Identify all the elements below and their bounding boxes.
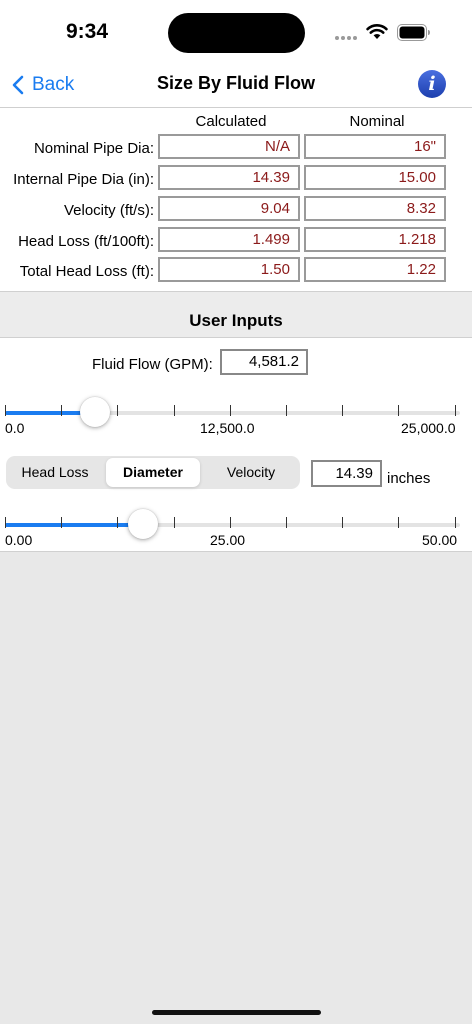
- diameter-slider[interactable]: 0.00 25.00 50.00: [5, 509, 460, 552]
- calculated-internal-pipe-dia: 14.39: [158, 165, 300, 190]
- navigation-bar: Back Size By Fluid Flow i: [0, 62, 472, 108]
- column-header-calculated: Calculated: [195, 113, 267, 130]
- nominal-internal-pipe-dia: 15.00: [304, 165, 446, 190]
- slider-tick: [230, 517, 231, 528]
- slider-fill: [5, 411, 88, 415]
- dynamic-island: [168, 13, 305, 53]
- slider-tick: [5, 405, 6, 416]
- user-inputs-panel: Fluid Flow (GPM): 4,581.2 0.0 12,500.0 2…: [0, 338, 472, 552]
- nominal-total-head-loss: 1.22: [304, 257, 446, 282]
- solve-for-segmented-control: Head Loss Diameter Velocity: [6, 456, 300, 489]
- slider-tick: [455, 405, 456, 416]
- slider-fill: [5, 523, 135, 527]
- slider-min-label: 0.0: [5, 420, 25, 436]
- slider-tick: [342, 405, 343, 416]
- battery-icon: [397, 24, 430, 41]
- status-bar: 9:34: [0, 0, 472, 62]
- cellular-signal-icon: [335, 36, 359, 40]
- slider-mid-label: 25.00: [210, 532, 246, 548]
- row-label-internal-pipe-dia: Internal Pipe Dia (in):: [13, 171, 154, 188]
- slider-tick: [61, 405, 62, 416]
- slider-max-label: 50.00: [422, 532, 458, 548]
- slider-tick: [117, 405, 118, 416]
- segment-velocity[interactable]: Velocity: [204, 458, 298, 487]
- slider-thumb[interactable]: [127, 509, 158, 539]
- fluid-flow-slider[interactable]: 0.0 12,500.0 25,000.0: [5, 397, 460, 440]
- user-inputs-header: User Inputs: [0, 292, 472, 338]
- calculated-head-loss: 1.499: [158, 227, 300, 252]
- calculated-velocity: 9.04: [158, 196, 300, 221]
- row-label-nominal-pipe-dia: Nominal Pipe Dia:: [33, 140, 154, 157]
- slider-tick: [5, 517, 6, 528]
- nominal-nominal-pipe-dia: 16": [304, 134, 446, 159]
- column-header-nominal: Nominal: [349, 113, 405, 130]
- row-label-velocity: Velocity (ft/s):: [63, 202, 154, 219]
- results-table: Calculated Nominal Nominal Pipe Dia: N/A…: [0, 108, 472, 292]
- row-label-total-head-loss: Total Head Loss (ft):: [19, 263, 154, 280]
- slider-tick: [398, 517, 399, 528]
- calculated-nominal-pipe-dia: N/A: [158, 134, 300, 159]
- slider-mid-label: 12,500.0: [200, 420, 255, 436]
- diameter-input[interactable]: 14.39: [311, 460, 382, 487]
- slider-max-label: 25,000.0: [401, 420, 456, 436]
- slider-tick: [286, 405, 287, 416]
- slider-tick: [174, 517, 175, 528]
- segment-diameter[interactable]: Diameter: [106, 458, 200, 487]
- status-time: 9:34: [66, 20, 109, 43]
- diameter-unit-label: inches: [387, 470, 431, 487]
- slider-tick: [342, 517, 343, 528]
- slider-tick: [286, 517, 287, 528]
- slider-tick: [117, 517, 118, 528]
- slider-tick: [230, 405, 231, 416]
- slider-tick: [61, 517, 62, 528]
- info-icon[interactable]: i: [418, 70, 446, 98]
- slider-tick: [174, 405, 175, 416]
- page-title: Size By Fluid Flow: [156, 73, 315, 93]
- fluid-flow-label: Fluid Flow (GPM):: [92, 356, 213, 373]
- slider-thumb[interactable]: [80, 397, 111, 427]
- segment-head-loss[interactable]: Head Loss: [8, 458, 102, 487]
- row-label-head-loss: Head Loss (ft/100ft):: [18, 233, 154, 250]
- nominal-velocity: 8.32: [304, 196, 446, 221]
- slider-tick: [398, 405, 399, 416]
- calculated-total-head-loss: 1.50: [158, 257, 300, 282]
- section-title: User Inputs: [189, 311, 283, 330]
- fluid-flow-input[interactable]: 4,581.2: [220, 349, 308, 375]
- slider-tick: [455, 517, 456, 528]
- slider-min-label: 0.00: [5, 532, 33, 548]
- nominal-head-loss: 1.218: [304, 227, 446, 252]
- wifi-icon: [366, 24, 388, 39]
- home-indicator: [152, 1010, 321, 1015]
